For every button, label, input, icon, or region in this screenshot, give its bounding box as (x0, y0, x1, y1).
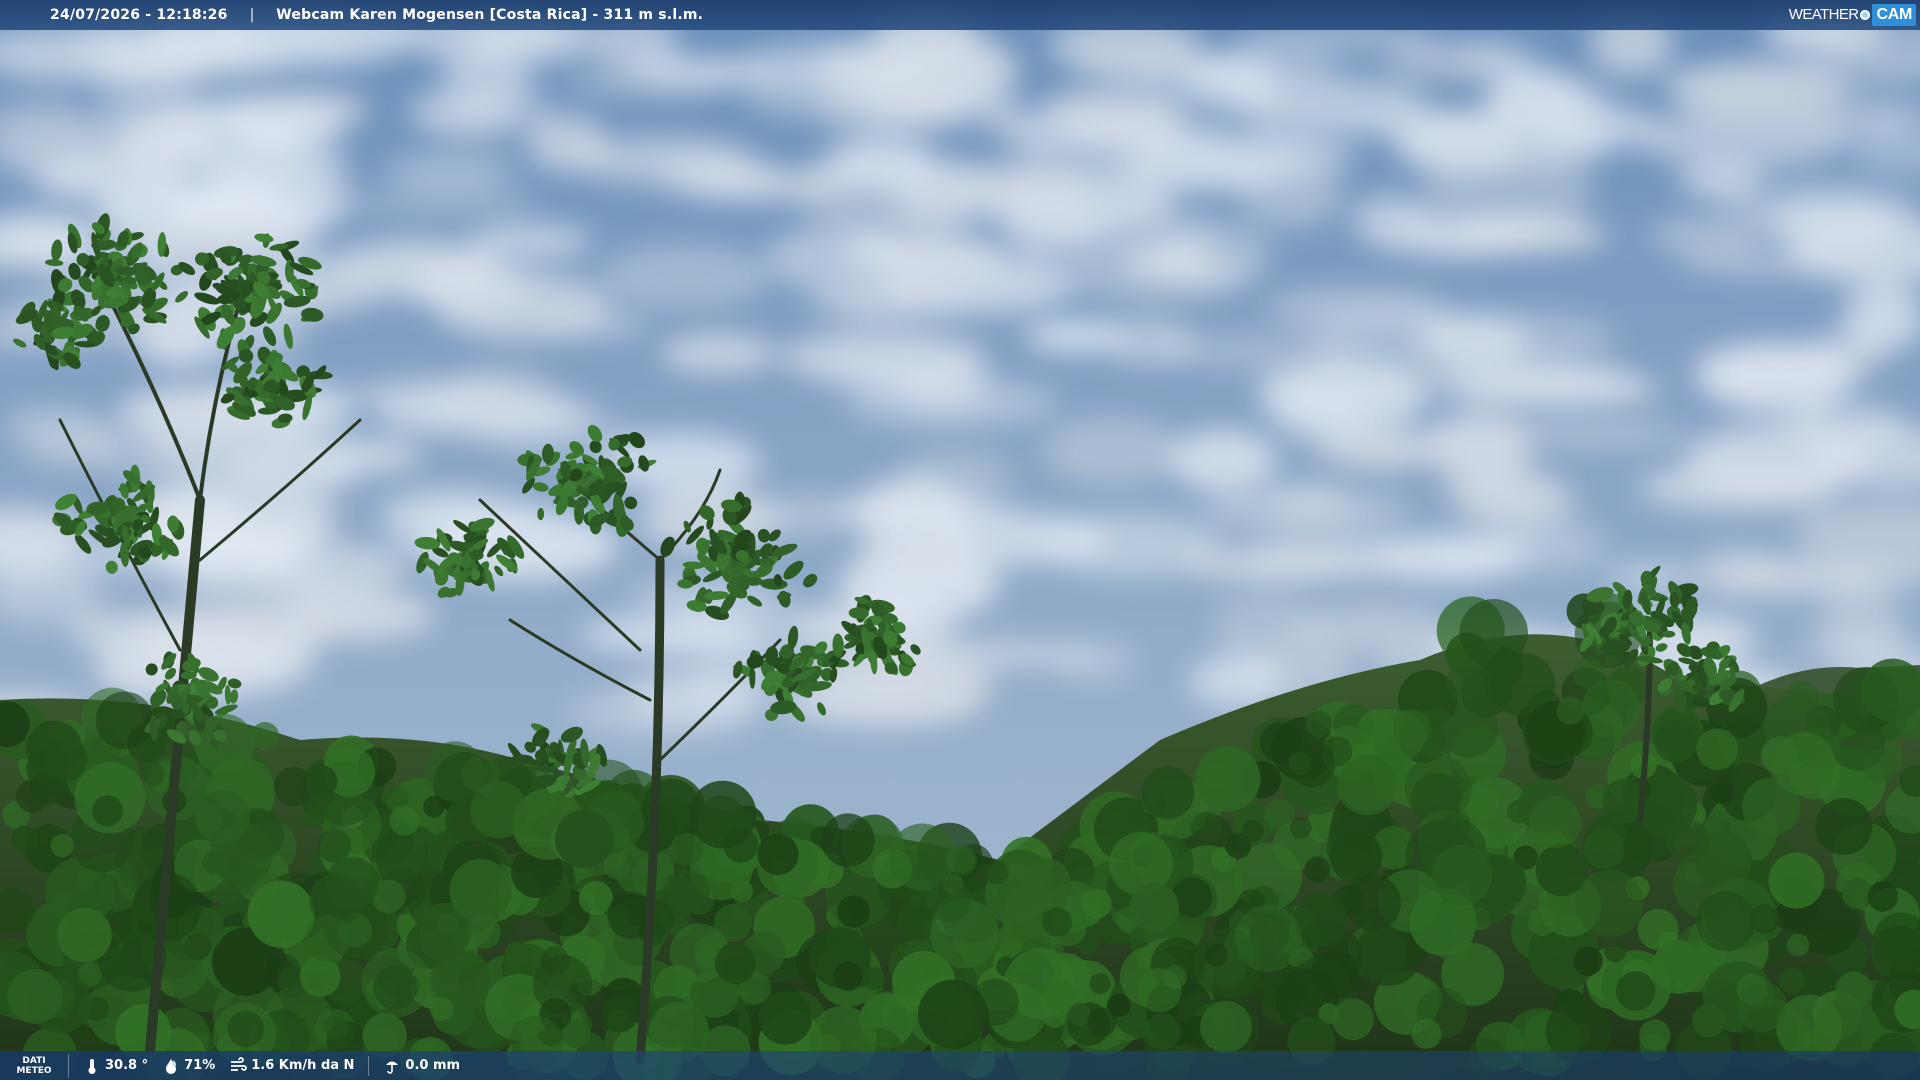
humidity-drop-icon (166, 1058, 177, 1074)
webcam-title: Webcam Karen Mogensen [Costa Rica] - 311… (276, 6, 704, 23)
weather-data-bar: DATI METEO 30.8 ° 71% 1.6 Km/h da N 0.0 … (0, 1051, 1920, 1080)
wind-metric: 1.6 Km/h da N (229, 1051, 354, 1080)
header-separator: | (249, 6, 255, 23)
logo-cam-text: CAM (1872, 3, 1916, 26)
wind-icon (231, 1056, 248, 1071)
wind-value: 1.6 Km/h da N (251, 1058, 355, 1073)
weather-data-label: DATI METEO (0, 1053, 69, 1078)
temperature-metric: 30.8 ° (83, 1051, 148, 1080)
weather-data-label-line1: DATI (22, 1055, 46, 1066)
weathercam-logo[interactable]: WEATHER CAM (1789, 2, 1916, 27)
humidity-metric: 71% (162, 1051, 215, 1080)
webcam-image (0, 0, 1920, 1080)
rain-value: 0.0 mm (405, 1058, 461, 1073)
thermometer-icon (88, 1058, 96, 1074)
timestamp: 24/07/2026 - 12:18:26 (50, 6, 228, 23)
humidity-value: 71% (184, 1058, 216, 1073)
temperature-value: 30.8 ° (105, 1058, 149, 1073)
top-info-bar: 24/07/2026 - 12:18:26 | Webcam Karen Mog… (0, 0, 1920, 30)
rain-gauge-icon (386, 1061, 399, 1074)
logo-weather-text: WEATHER (1788, 6, 1859, 23)
metric-divider (368, 1055, 370, 1076)
rain-metric: 0.0 mm (383, 1051, 460, 1080)
logo-dot-icon (1860, 9, 1871, 20)
weather-data-label-line2: METEO (16, 1065, 52, 1076)
